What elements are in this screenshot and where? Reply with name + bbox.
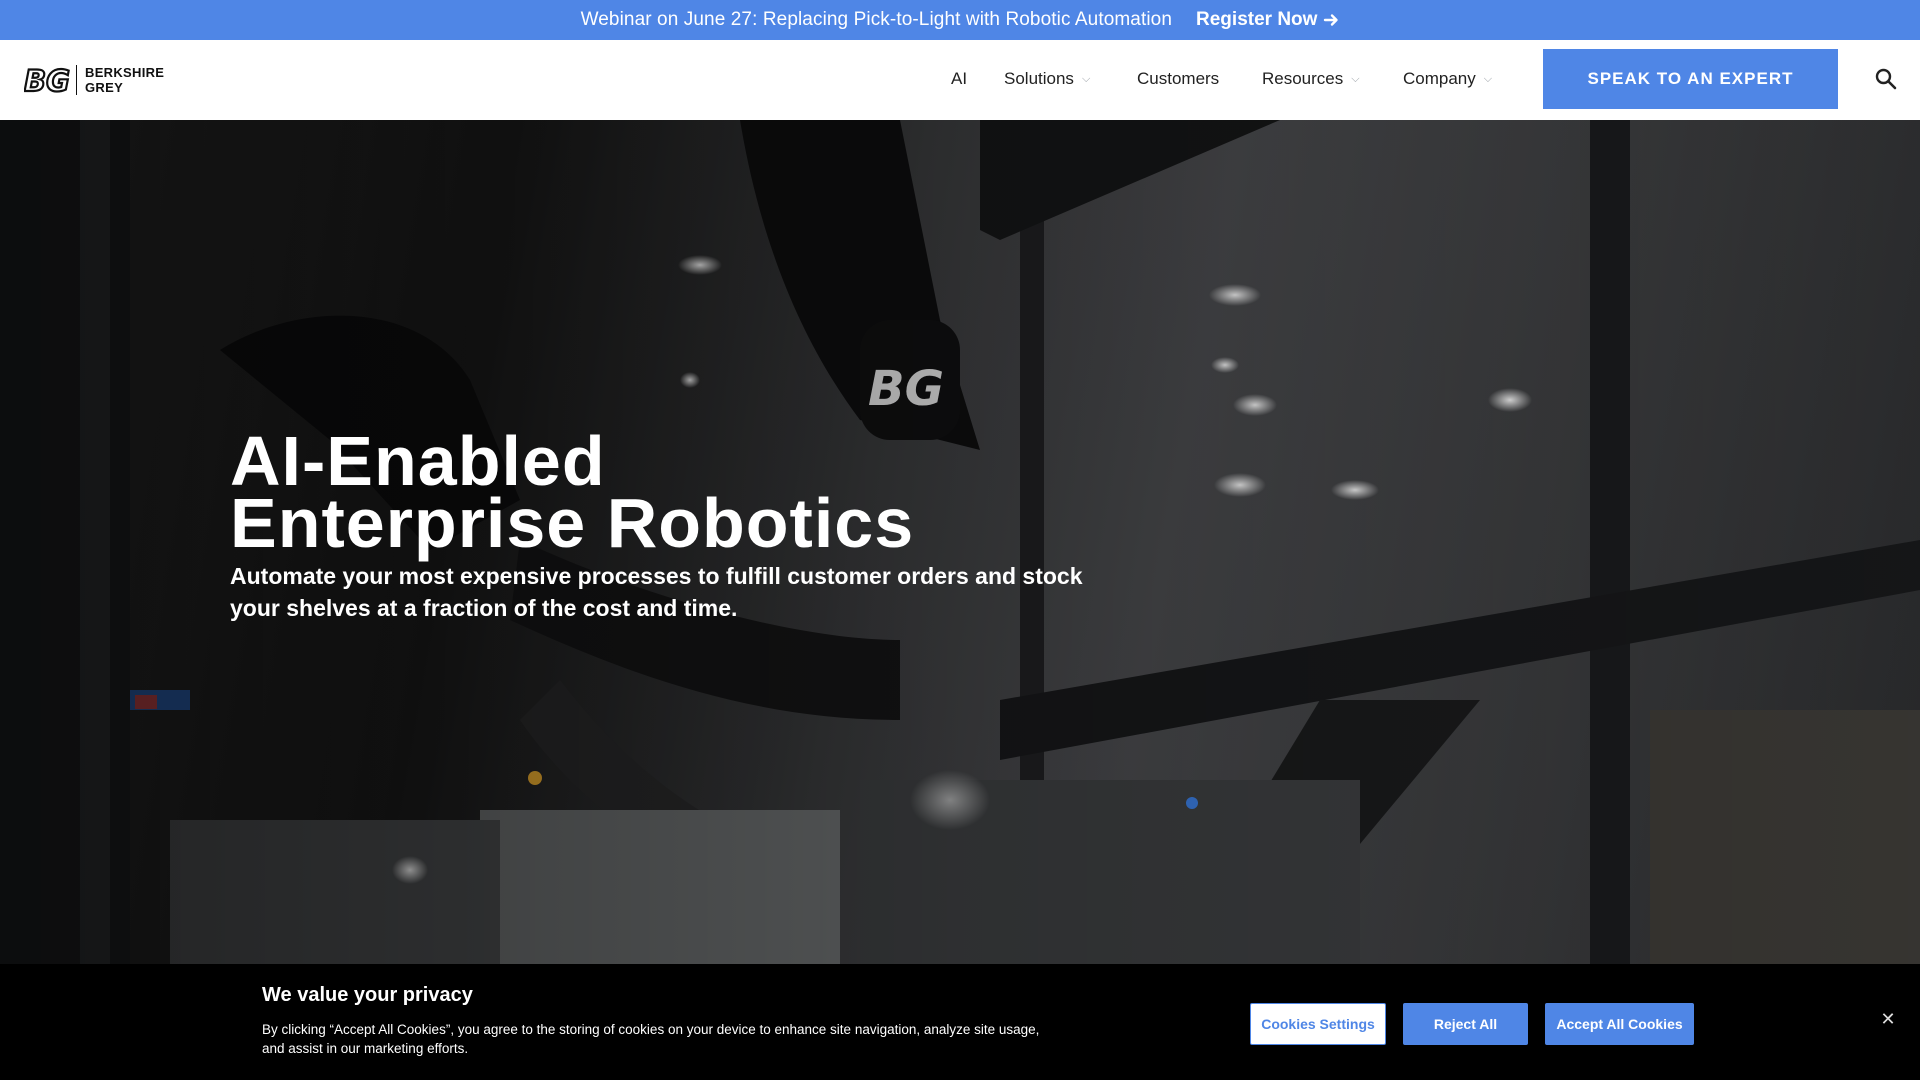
nav-item-label: Resources (1262, 69, 1344, 88)
cookies-settings-button[interactable]: Cookies Settings (1250, 1003, 1386, 1045)
announcement-bar: Webinar on June 27: Replacing Pick-to-Li… (0, 0, 1920, 40)
cookie-description: By clicking “Accept All Cookies”, you ag… (262, 1022, 1040, 1056)
logo-divider (76, 65, 77, 95)
site-header: BG BERKSHIRE GREY AI Solutions ⌵ Custome… (0, 40, 1920, 120)
nav-item-solutions[interactable]: Solutions ⌵ (1004, 69, 1090, 89)
nav-item-customers[interactable]: Customers (1137, 69, 1219, 89)
hero-title-line2: Enterprise Robotics (230, 484, 915, 562)
cookie-title: We value your privacy (262, 984, 473, 1006)
announcement-message: Webinar on June 27: Replacing Pick-to-Li… (580, 9, 1173, 30)
accept-all-cookies-button[interactable]: Accept All Cookies (1545, 1003, 1694, 1045)
brand-name-line2: GREY (85, 80, 124, 95)
nav-item-label: Company (1403, 69, 1476, 88)
svg-text:BG: BG (24, 64, 70, 96)
nav-item-label: Customers (1137, 69, 1220, 88)
brand-name-line1: BERKSHIRE (85, 65, 165, 80)
reject-all-button[interactable]: Reject All (1403, 1003, 1528, 1045)
bg-logo-icon: BG (24, 64, 70, 96)
nav-item-company[interactable]: Company ⌵ (1403, 69, 1492, 89)
nav-item-label: AI (951, 69, 968, 88)
hero-subtitle: Automate your most expensive processes t… (230, 563, 1083, 621)
register-now-link[interactable]: Register Now (1196, 9, 1339, 31)
chevron-down-icon: ⌵ (1081, 72, 1091, 85)
cookie-banner: We value your privacy By clicking “Accep… (0, 964, 1920, 1080)
chevron-down-icon: ⌵ (1351, 72, 1360, 85)
arrow-right-icon (1324, 14, 1339, 26)
close-icon[interactable]: ✕ (1878, 1009, 1898, 1029)
register-now-label: Register Now (1196, 9, 1318, 30)
brand-logo[interactable]: BG BERKSHIRE GREY (24, 62, 164, 98)
nav-item-resources[interactable]: Resources ⌵ (1262, 69, 1360, 89)
hero-section: BG AI-Enabled Enterprise Robotics Automa… (0, 120, 1920, 964)
nav-item-ai[interactable]: AI (951, 69, 967, 89)
hero-title-line1: AI-Enabled (230, 422, 606, 500)
chevron-down-icon: ⌵ (1483, 72, 1493, 85)
nav-item-label: Solutions (1004, 69, 1074, 88)
search-icon[interactable] (1873, 66, 1899, 92)
hero-title: AI-Enabled Enterprise Robotics (230, 422, 915, 562)
speak-to-expert-button[interactable]: SPEAK TO AN EXPERT (1543, 49, 1838, 109)
brand-name: BERKSHIRE GREY (85, 65, 164, 95)
